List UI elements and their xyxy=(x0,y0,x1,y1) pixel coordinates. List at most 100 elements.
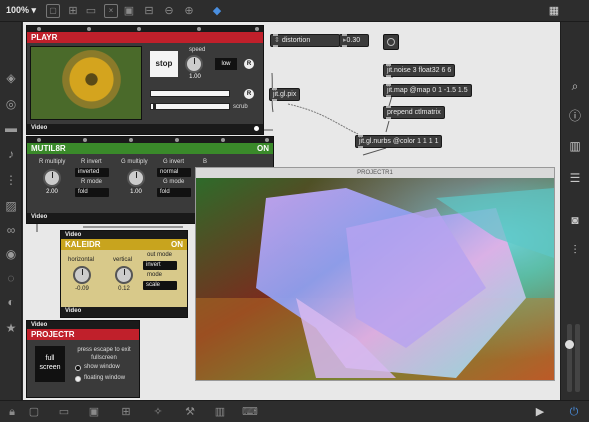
volume-handle[interactable] xyxy=(565,340,574,349)
projector-window-title: PROJECTR1 xyxy=(196,168,554,178)
r-invert-label: R invert xyxy=(81,159,102,165)
mode-label: mode xyxy=(147,272,163,278)
target-icon[interactable]: ◎ xyxy=(3,96,19,112)
mixer-icon[interactable]: ⫶ xyxy=(567,242,583,258)
chevron-down-icon: ▾ xyxy=(31,5,37,15)
position-bar[interactable] xyxy=(150,90,230,97)
scrub-slider[interactable] xyxy=(150,103,230,110)
projectr-module: Video PROJECTR full screen press escape … xyxy=(26,320,140,398)
volume-slider[interactable] xyxy=(567,324,572,392)
vertical-knob[interactable] xyxy=(115,266,133,284)
mutil8r-title: MUTIL8R xyxy=(31,144,66,153)
show-window-toggle[interactable] xyxy=(75,365,81,371)
wrench-icon[interactable]: ⚒ xyxy=(182,404,198,420)
reset-toggle[interactable]: R xyxy=(244,89,254,99)
magic-icon[interactable]: ✧ xyxy=(150,404,166,420)
comment-icon[interactable]: ▭ xyxy=(84,4,98,18)
patcher-icon[interactable]: ⋮ xyxy=(3,172,19,188)
fullscreen-button[interactable]: full screen xyxy=(35,346,65,382)
paint-icon[interactable]: ◆ xyxy=(210,4,224,18)
distortion-label: distortion xyxy=(281,37,311,44)
presentation-icon[interactable]: ▢ xyxy=(46,4,60,18)
fullscreen-hint: press escape to exit fullscreen xyxy=(77,347,131,361)
g-multiply-knob[interactable] xyxy=(127,169,145,187)
g-multiply-value: 1.00 xyxy=(130,189,142,195)
layout-icon[interactable]: ▣ xyxy=(122,4,136,18)
stack-icon[interactable]: ▣ xyxy=(86,404,102,420)
show-window-label: show window xyxy=(84,364,120,370)
keyboard-icon[interactable]: ⌨ xyxy=(242,404,258,420)
bang-button[interactable] xyxy=(383,34,399,50)
horizontal-knob[interactable] xyxy=(73,266,91,284)
patcher-canvas[interactable]: PLAYR stop speed 1.00 low R R scrub Vide… xyxy=(23,22,560,400)
star-icon[interactable]: ★ xyxy=(3,320,19,336)
power-icon[interactable]: ⏻ xyxy=(566,404,582,420)
float-value: 0.30 xyxy=(346,37,361,44)
g-invert-label: G invert xyxy=(163,159,185,165)
jit-map-object[interactable]: jit.map @map 0 1 -1.5 1.5 xyxy=(383,84,472,97)
info-icon[interactable]: ⓘ xyxy=(567,108,583,124)
projectr-title: PROJECTR xyxy=(31,330,75,339)
floating-window-toggle[interactable] xyxy=(75,376,81,382)
reverse-toggle[interactable]: R xyxy=(244,59,254,69)
out-mode-select[interactable]: invert xyxy=(143,261,177,270)
volume-meter xyxy=(575,324,580,392)
horizontal-label: horizontal xyxy=(68,257,95,263)
speed-label: speed xyxy=(189,47,206,53)
kaleidr-footer: Video xyxy=(61,307,187,317)
book-icon[interactable]: ▥ xyxy=(567,138,583,154)
grid-icon[interactable]: ⊞ xyxy=(118,404,134,420)
prepend-object[interactable]: prepend ctlmatrix xyxy=(383,106,445,119)
close-box-icon[interactable]: × xyxy=(104,4,118,18)
image-icon[interactable]: ▨ xyxy=(3,198,19,214)
r-invert-select[interactable]: inverted xyxy=(75,168,109,177)
left-sidebar: ◈ ◎ ▬ ♪ ⋮ ▨ ∞ ◉ ◌ ◐ ★ xyxy=(0,22,22,400)
play-icon[interactable]: ▶ xyxy=(532,404,548,420)
projectr-input-label: Video xyxy=(31,322,48,328)
bottom-toolbar: 🔒︎ ▢ ▭ ▣ ⊞ ✧ ⚒ ▥ ⌨ ▶ ⏻ xyxy=(0,400,589,422)
stop-button[interactable]: stop xyxy=(150,51,178,77)
float-number-box[interactable]: ▸0.30 xyxy=(339,34,369,47)
kaleidr-input-label: Video xyxy=(65,232,82,238)
list-icon[interactable]: ☰ xyxy=(567,170,583,186)
cube-icon[interactable]: ◈ xyxy=(3,70,19,86)
vertical-label: vertical xyxy=(113,257,133,263)
piano-icon[interactable]: ▥ xyxy=(212,404,228,420)
minus-box-icon[interactable]: ⊖ xyxy=(162,4,176,18)
jit-gl-pix-object[interactable]: jit.gl.pix xyxy=(269,88,301,101)
mode-select[interactable]: scale xyxy=(143,281,177,290)
kaleidr-footer-label: Video xyxy=(65,308,82,314)
dial-icon[interactable]: ◐ xyxy=(3,294,19,310)
align-icon[interactable]: ⊟ xyxy=(142,4,156,18)
jit-gl-nurbs-object[interactable]: jit.gl.nurbs @color 1 1 1 1 xyxy=(355,135,443,148)
g-invert-select[interactable]: normal xyxy=(157,168,191,177)
lock-icon[interactable]: 🔒︎ xyxy=(4,404,20,420)
comment-bubble-icon[interactable]: ▭ xyxy=(56,404,72,420)
keyboard-grid-icon[interactable]: ▦ xyxy=(547,4,561,18)
kaleidr-header: KALEIDR ON xyxy=(61,239,187,250)
projector-window[interactable]: PROJECTR1 xyxy=(195,167,555,381)
search-circle-icon[interactable]: ◌ xyxy=(3,270,19,286)
search-icon[interactable]: ⌕ xyxy=(567,78,583,94)
plus-box-icon[interactable]: ⊕ xyxy=(182,4,196,18)
arrow-icon: ⇕ xyxy=(274,37,282,44)
playr-header: PLAYR xyxy=(27,32,263,43)
g-mode-select[interactable]: fold xyxy=(157,188,191,197)
r-multiply-knob[interactable] xyxy=(43,169,61,187)
distortion-umenu[interactable]: ⇕ distortion xyxy=(270,34,340,47)
r-mode-select[interactable]: fold xyxy=(75,188,109,197)
loop-button[interactable]: low xyxy=(215,58,237,70)
playr-outlet[interactable] xyxy=(254,126,259,131)
link-icon[interactable]: ∞ xyxy=(3,222,19,238)
projectr-inlet-bar: Video xyxy=(27,321,139,329)
plug-icon[interactable]: ◉ xyxy=(3,246,19,262)
speed-knob[interactable] xyxy=(185,55,203,73)
grid-icon[interactable]: ⊞ xyxy=(66,4,80,18)
music-note-icon[interactable]: ♪ xyxy=(3,146,19,162)
r-multiply-value: 2.00 xyxy=(46,189,58,195)
zoom-menu[interactable]: 100% ▾ xyxy=(6,5,36,16)
presentation-mode-icon[interactable]: ▢ xyxy=(26,404,42,420)
jit-noise-object[interactable]: jit.noise 3 float32 6 6 xyxy=(383,64,456,77)
video-icon[interactable]: ▬ xyxy=(3,120,19,136)
camera-icon[interactable]: ◙ xyxy=(567,212,583,228)
